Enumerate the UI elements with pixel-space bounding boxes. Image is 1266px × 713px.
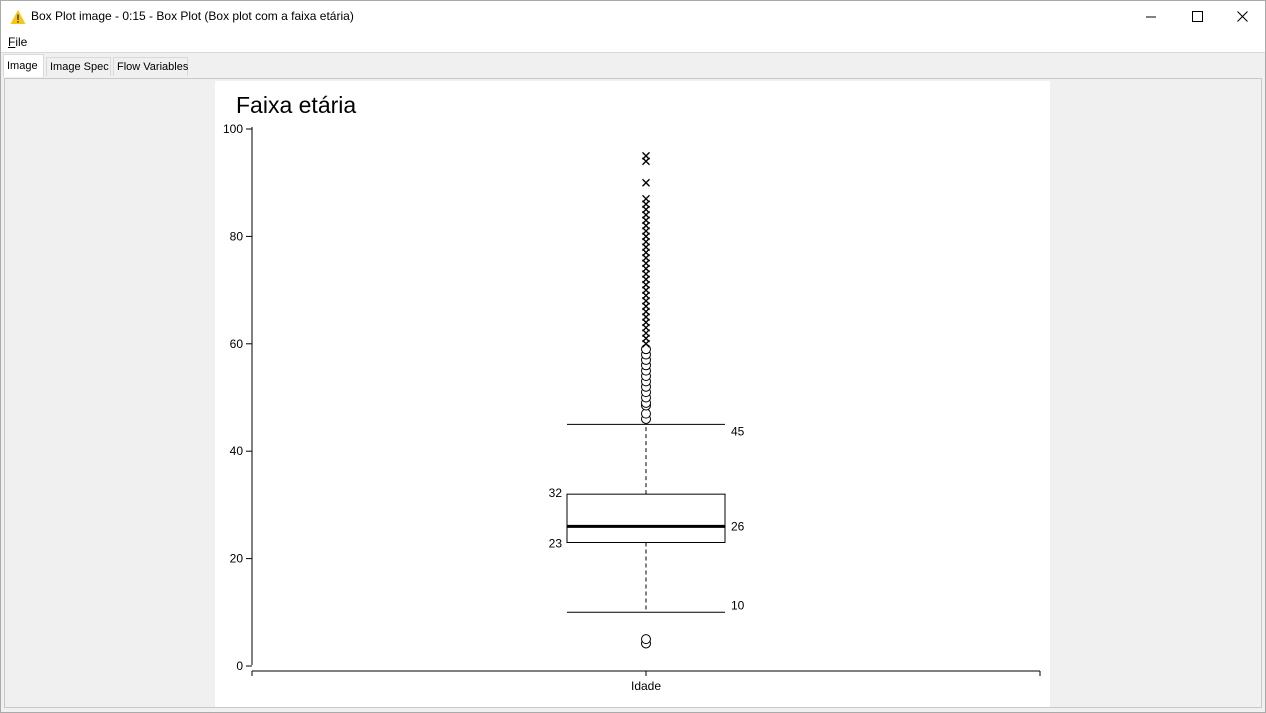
tab-image-spec[interactable]: Image Spec — [46, 57, 111, 76]
mild-outlier-point — [641, 634, 651, 645]
upper-whisker-label: 45 — [731, 424, 745, 438]
median-label: 26 — [731, 519, 745, 533]
tab-flow-variables[interactable]: Flow Variables — [113, 57, 188, 76]
plot-canvas — [215, 81, 1050, 707]
image-view: Faixa etária Idade 0 20 40 60 80 100 45 32 26 23… — [4, 78, 1262, 708]
maximize-icon — [1191, 11, 1203, 22]
q1-label: 23 — [549, 536, 563, 550]
y-tick-label: 60 — [230, 337, 244, 351]
box-plot: Faixa etária Idade 0 20 40 60 80 100 45 32 26 23… — [215, 81, 1050, 707]
y-tick-label: 0 — [236, 659, 243, 673]
menu-bar: File — [1, 32, 1265, 52]
lower-whisker-label: 10 — [731, 598, 745, 612]
warning-triangle-icon — [10, 9, 26, 25]
minimize-icon — [1146, 12, 1156, 22]
maximize-button[interactable] — [1174, 1, 1220, 32]
menu-file[interactable]: File — [8, 35, 27, 49]
y-tick-label: 80 — [230, 229, 244, 243]
chart-title: Faixa etária — [236, 92, 356, 118]
window-title: Box Plot image - 0:15 - Box Plot (Box pl… — [31, 9, 354, 23]
y-tick-label: 40 — [230, 444, 244, 458]
app-window: Box Plot image - 0:15 - Box Plot (Box pl… — [0, 0, 1266, 713]
menu-file-rest: ile — [15, 35, 28, 49]
close-button[interactable] — [1219, 1, 1265, 32]
title-bar: Box Plot image - 0:15 - Box Plot (Box pl… — [1, 1, 1265, 32]
iqr-box — [566, 493, 726, 543]
x-category-label: Idade — [631, 679, 661, 693]
tab-image[interactable]: Image — [3, 54, 44, 77]
y-tick-label: 20 — [230, 552, 244, 566]
close-icon — [1236, 11, 1248, 22]
tab-bar: Image Image Spec Flow Variables — [1, 52, 1265, 78]
q3-label: 32 — [549, 486, 563, 500]
minimize-button[interactable] — [1128, 1, 1174, 32]
y-tick-label: 100 — [223, 122, 243, 136]
